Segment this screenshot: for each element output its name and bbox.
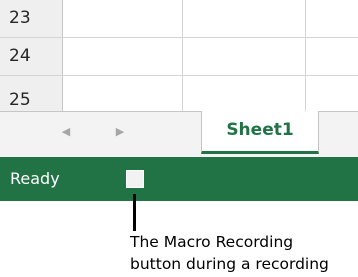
column-gridline [182,0,183,117]
status-text: Ready [10,169,60,188]
sheet-tab-bar: ◀ ▶ Sheet1 [0,111,358,158]
sheet-tab-sheet1[interactable]: Sheet1 [201,111,319,154]
callout-caption: The Macro Recording button during a reco… [130,231,358,275]
row-number[interactable]: 24 [0,38,62,75]
caption-line-1: The Macro Recording [130,233,294,251]
column-gridline [305,0,306,117]
caption-line-2: button during a recording [130,255,329,273]
sheet-tab-label: Sheet1 [226,120,294,140]
scroll-left-icon[interactable]: ◀ [56,122,76,142]
status-bar: Ready [0,157,358,201]
worksheet-grid[interactable]: 23 24 25 [0,0,358,117]
scroll-right-icon[interactable]: ▶ [110,122,130,142]
macro-recording-button[interactable] [126,170,144,188]
row-number[interactable]: 23 [0,0,62,37]
callout-line [133,194,136,231]
